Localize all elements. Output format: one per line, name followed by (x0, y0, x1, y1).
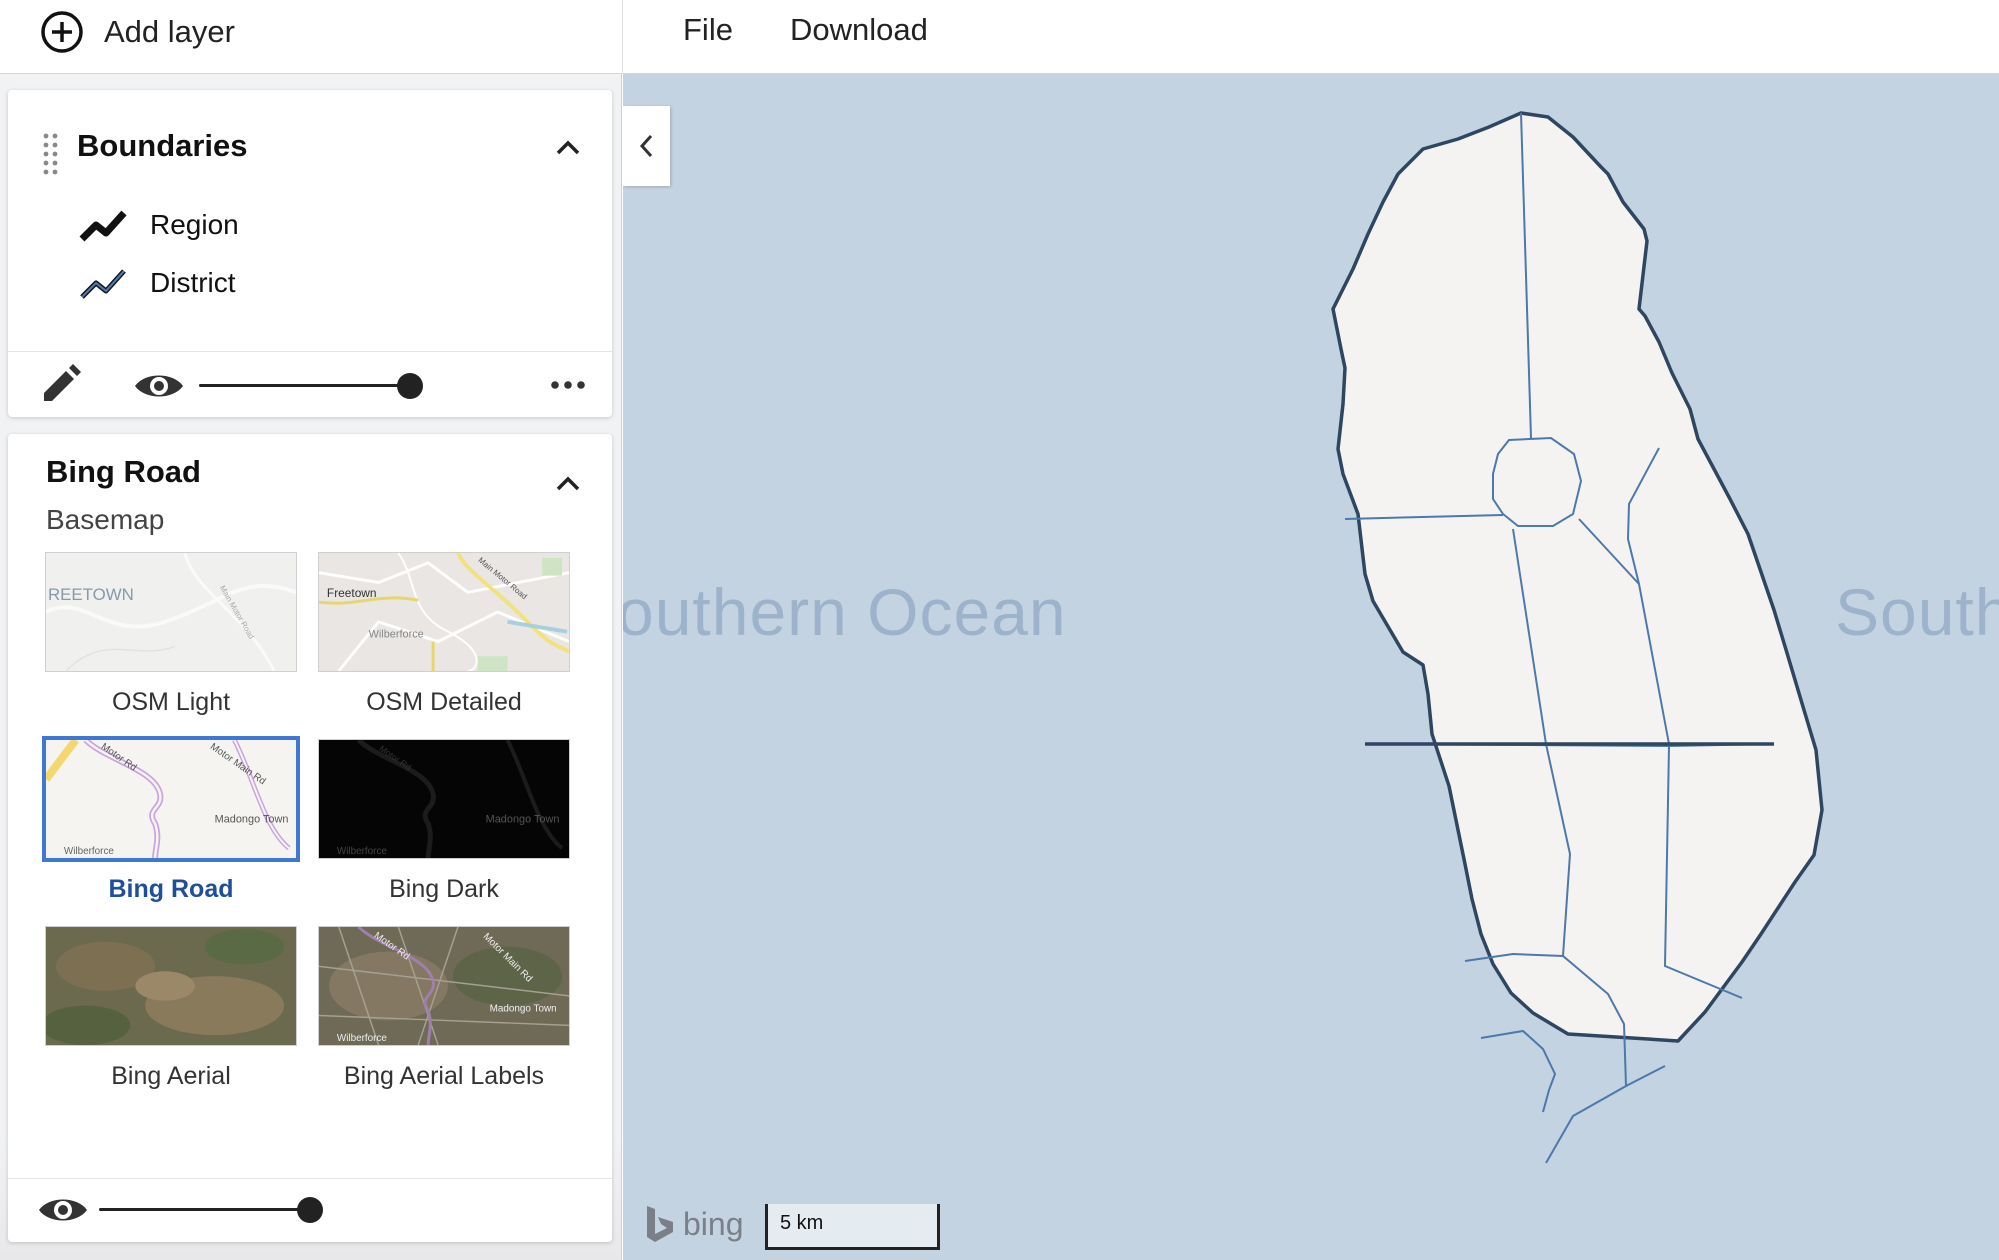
add-layer-button[interactable]: Add layer (40, 10, 235, 54)
chevron-up-icon[interactable] (550, 130, 586, 166)
basemap-subtitle: Basemap (46, 504, 165, 535)
chevron-up-icon[interactable] (550, 466, 586, 502)
slider-thumb[interactable] (297, 1197, 323, 1223)
drag-handle-icon[interactable] (41, 132, 61, 176)
line-legend-icon (80, 269, 126, 299)
legend-item-region: Region (78, 205, 239, 245)
slider-track (99, 1208, 310, 1211)
map-label: Freetown (327, 586, 377, 600)
layer-card-basemap: Bing Road Basemap REETOWN Main Motor Roa… (8, 434, 612, 1242)
basemap-option-osm-detailed[interactable]: Freetown Wilberforce Main Motor Road OSM… (318, 552, 570, 717)
chevron-left-icon (639, 134, 652, 158)
basemap-title: Bing Road (46, 454, 201, 489)
toolbar-divider (622, 0, 623, 74)
map-label: Madongo Town (490, 1004, 557, 1015)
bing-attribution: bing (643, 1204, 744, 1244)
legend-label: District (150, 267, 236, 298)
basemap-option-label: Bing Dark (389, 875, 499, 903)
visibility-eye-icon[interactable] (133, 369, 185, 403)
add-circle-icon (41, 11, 83, 53)
map-label: Madongo Town (486, 814, 560, 826)
divider (8, 1178, 612, 1179)
basemap-option-bing-aerial[interactable]: Bing Aerial (45, 926, 297, 1091)
map-label: REETOWN (48, 585, 134, 604)
bing-wordmark: bing (683, 1205, 744, 1242)
boundaries-layer[interactable] (623, 74, 1999, 1260)
basemap-option-label: Bing Aerial Labels (343, 1062, 545, 1090)
map-label: Madongo Town (215, 814, 289, 826)
basemap-option-bing-dark[interactable]: Motor Rd Madongo Town Wilberforce Bing D… (318, 739, 570, 904)
layer-card-boundaries: Boundaries Region District (8, 90, 612, 417)
basemap-thumbnail (45, 926, 297, 1046)
basemap-thumbnail: Motor Rd Motor Main Rd Madongo Town Wilb… (318, 926, 570, 1046)
basemap-option-label: OSM Light (111, 688, 231, 716)
more-options-icon[interactable] (548, 375, 588, 395)
slider-track (199, 384, 410, 387)
basemap-thumbnail: Motor Rd Motor Main Rd Madongo Town Wilb… (42, 736, 300, 862)
menu-file[interactable]: File (683, 12, 733, 48)
menu-download[interactable]: Download (790, 12, 928, 48)
collapse-sidebar-button[interactable] (623, 106, 670, 186)
map-label: Wilberforce (64, 846, 115, 857)
divider (8, 351, 612, 352)
basemap-option-label: Bing Aerial (111, 1062, 231, 1090)
basemap-option-bing-aerial-labels[interactable]: Motor Rd Motor Main Rd Madongo Town Wilb… (318, 926, 570, 1091)
opacity-slider[interactable] (199, 371, 424, 401)
map-label: Wilberforce (337, 1033, 388, 1044)
layer-title: Boundaries (77, 128, 248, 163)
line-legend-icon (79, 210, 127, 242)
top-toolbar: Add layer File Download (0, 0, 1999, 74)
region-boundary[interactable] (1331, 111, 1824, 1043)
visibility-eye-icon[interactable] (37, 1193, 89, 1227)
basemap-thumbnail: Motor Rd Madongo Town Wilberforce (318, 739, 570, 859)
basemap-option-osm-light[interactable]: REETOWN Main Motor Road OSM Light (45, 552, 297, 717)
bing-logo-icon (647, 1206, 673, 1242)
edit-pencil-icon[interactable] (38, 363, 82, 407)
layers-sidebar: Boundaries Region District Bing Road Bas… (0, 74, 622, 1260)
scale-bar: 5 km (765, 1204, 940, 1250)
basemap-option-bing-road[interactable]: Motor Rd Motor Main Rd Madongo Town Wilb… (42, 736, 300, 904)
opacity-slider[interactable] (99, 1195, 324, 1225)
slider-thumb[interactable] (397, 373, 423, 399)
legend-label: Region (150, 209, 239, 240)
map-label: Wilberforce (337, 846, 388, 857)
map-label: Wilberforce (369, 629, 424, 641)
basemap-thumbnail: REETOWN Main Motor Road (45, 552, 297, 672)
legend-item-district: District (78, 263, 236, 303)
add-layer-label: Add layer (104, 14, 235, 49)
basemap-option-label: OSM Detailed (366, 688, 522, 716)
basemap-thumbnail: Freetown Wilberforce Main Motor Road (318, 552, 570, 672)
map-view[interactable]: outhern Ocean South bing 5 km (623, 74, 1999, 1260)
basemap-option-label: Bing Road (108, 875, 234, 903)
